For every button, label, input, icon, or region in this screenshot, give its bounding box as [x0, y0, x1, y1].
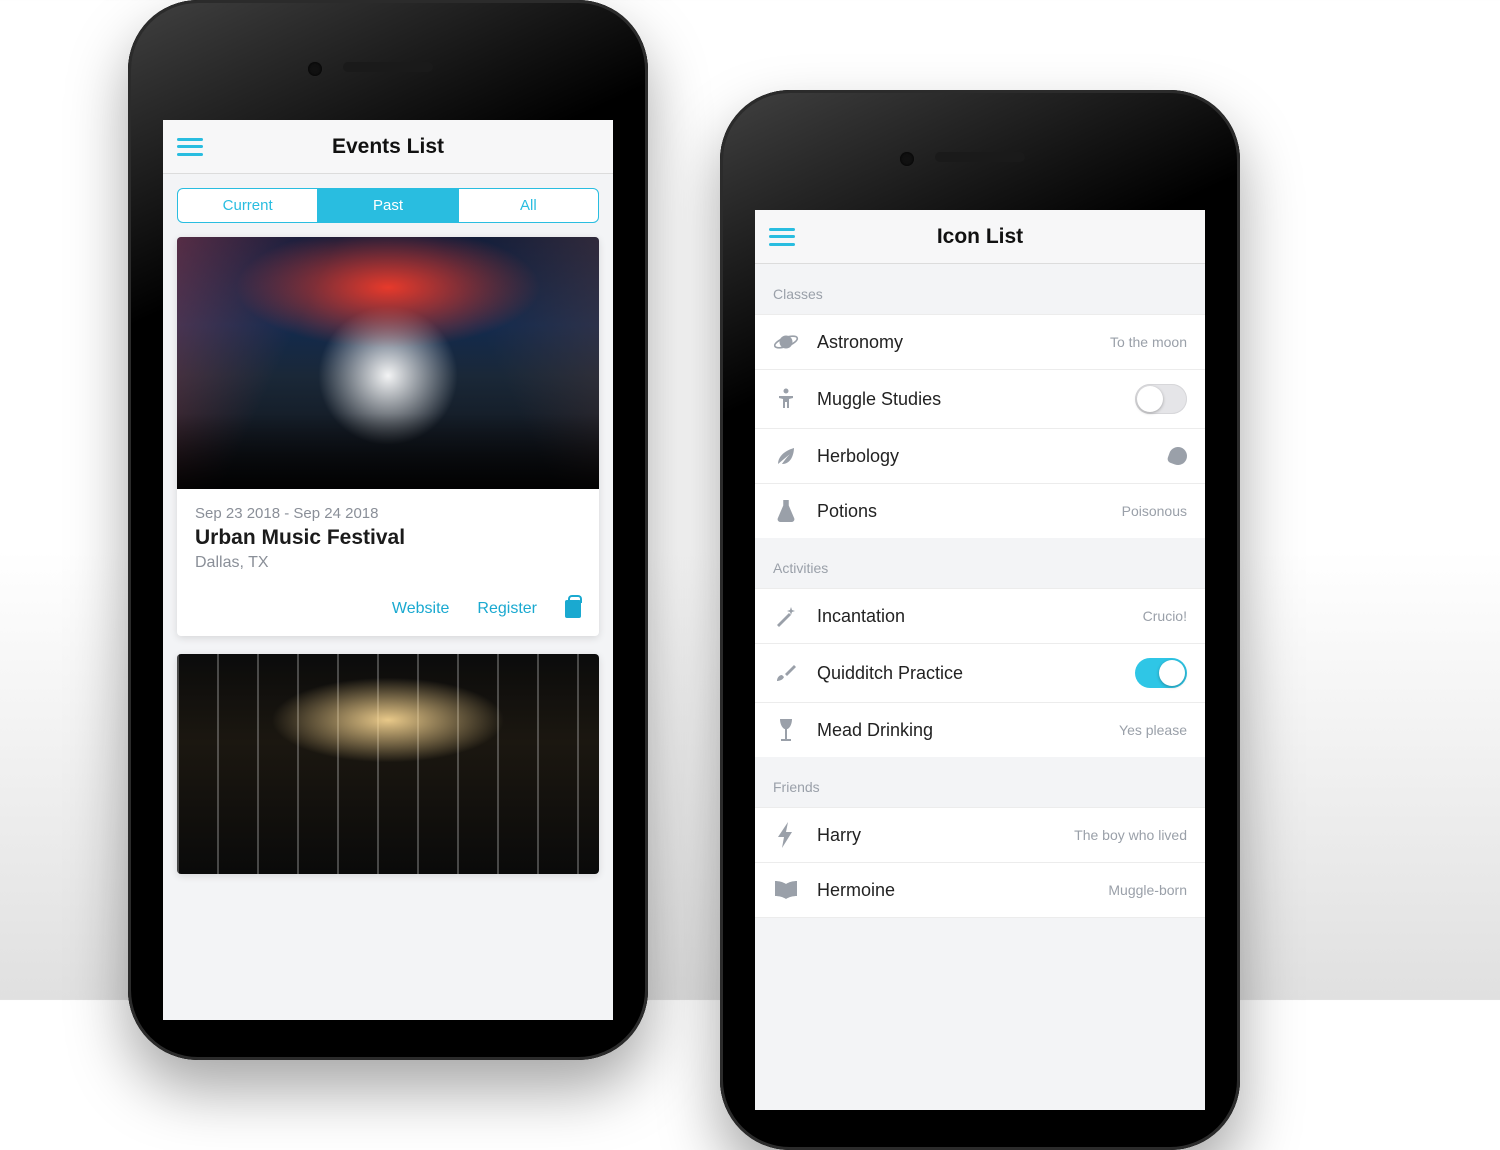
- planet-icon: [773, 329, 799, 355]
- iconlist-screen: Icon List Classes Astronomy To the moon …: [755, 210, 1205, 1110]
- leaf-icon: [773, 443, 799, 469]
- row-label: Quidditch Practice: [817, 663, 1117, 684]
- row-label: Astronomy: [817, 332, 1092, 353]
- iconlist-navbar: Icon List: [755, 210, 1205, 264]
- event-card-urban-music[interactable]: Sep 23 2018 - Sep 24 2018 Urban Music Fe…: [177, 237, 599, 636]
- tab-past[interactable]: Past: [318, 189, 458, 222]
- register-link[interactable]: Register: [477, 600, 537, 618]
- bolt-icon: [773, 822, 799, 848]
- row-trail: Poisonous: [1122, 503, 1187, 519]
- phone-camera: [308, 62, 322, 76]
- brush-icon: [773, 660, 799, 686]
- event-card-body: Sep 23 2018 - Sep 24 2018 Urban Music Fe…: [177, 489, 599, 580]
- row-trail: Yes please: [1119, 722, 1187, 738]
- event-card-image: [177, 237, 599, 489]
- row-label: Muggle Studies: [817, 389, 1117, 410]
- phone-earpiece: [935, 152, 1025, 162]
- row-quidditch[interactable]: Quidditch Practice: [755, 643, 1205, 702]
- row-trail: Crucio!: [1143, 608, 1187, 624]
- row-astronomy[interactable]: Astronomy To the moon: [755, 314, 1205, 369]
- events-navbar: Events List: [163, 120, 613, 174]
- event-card-2[interactable]: [177, 654, 599, 874]
- section-friends: Friends: [755, 757, 1205, 807]
- row-label: Mead Drinking: [817, 720, 1101, 741]
- event-card-2-image: [177, 654, 599, 874]
- phone-camera: [900, 152, 914, 166]
- row-incantation[interactable]: Incantation Crucio!: [755, 588, 1205, 643]
- section-activities: Activities: [755, 538, 1205, 588]
- row-label: Harry: [817, 825, 1056, 846]
- tab-current[interactable]: Current: [178, 189, 318, 222]
- tab-all[interactable]: All: [459, 189, 598, 222]
- row-herbology[interactable]: Herbology: [755, 428, 1205, 483]
- phone-frame-events: Events List Current Past All Sep 23 2018…: [128, 0, 648, 1060]
- shopping-bag-icon[interactable]: [565, 600, 581, 618]
- section-classes: Classes: [755, 264, 1205, 314]
- person-icon: [773, 386, 799, 412]
- row-trail: Muggle-born: [1108, 882, 1187, 898]
- row-harry[interactable]: Harry The boy who lived: [755, 807, 1205, 862]
- row-hermoine[interactable]: Hermoine Muggle-born: [755, 862, 1205, 918]
- toggle-quidditch[interactable]: [1135, 658, 1187, 688]
- event-date: Sep 23 2018 - Sep 24 2018: [195, 505, 581, 522]
- row-mead[interactable]: Mead Drinking Yes please: [755, 702, 1205, 757]
- row-trail: The boy who lived: [1074, 827, 1187, 843]
- row-label: Potions: [817, 501, 1104, 522]
- menu-icon[interactable]: [769, 228, 795, 246]
- phone-earpiece: [343, 62, 433, 72]
- events-screen: Events List Current Past All Sep 23 2018…: [163, 120, 613, 1020]
- row-label: Hermoine: [817, 880, 1090, 901]
- row-trail: To the moon: [1110, 334, 1187, 350]
- events-title: Events List: [332, 135, 444, 159]
- website-link[interactable]: Website: [392, 600, 450, 618]
- row-label: Incantation: [817, 606, 1125, 627]
- event-title: Urban Music Festival: [195, 526, 581, 550]
- flask-icon: [773, 498, 799, 524]
- menu-icon[interactable]: [177, 138, 203, 156]
- iconlist-title: Icon List: [937, 225, 1023, 249]
- rose-icon: [1166, 444, 1189, 467]
- row-potions[interactable]: Potions Poisonous: [755, 483, 1205, 538]
- events-tabs: Current Past All: [177, 188, 599, 223]
- wine-glass-icon: [773, 717, 799, 743]
- row-label: Herbology: [817, 446, 1151, 467]
- wand-icon: [773, 603, 799, 629]
- event-location: Dallas, TX: [195, 554, 581, 572]
- event-card-actions: Website Register: [177, 580, 599, 636]
- phone-frame-iconlist: Icon List Classes Astronomy To the moon …: [720, 90, 1240, 1150]
- toggle-muggle[interactable]: [1135, 384, 1187, 414]
- row-muggle-studies[interactable]: Muggle Studies: [755, 369, 1205, 428]
- book-icon: [773, 877, 799, 903]
